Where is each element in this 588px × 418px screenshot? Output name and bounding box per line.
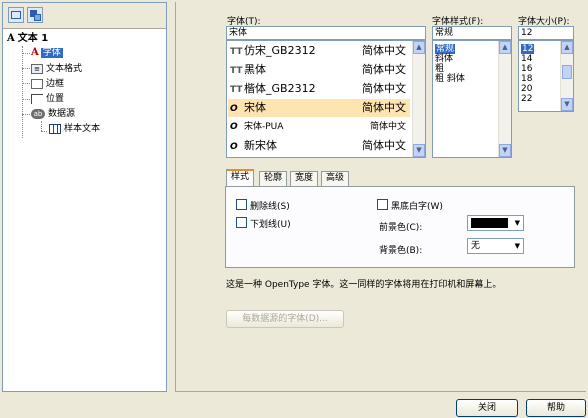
tree-item-font[interactable]: A 字体 bbox=[31, 47, 63, 59]
dropdown-arrow-icon: ▼ bbox=[514, 242, 520, 250]
tree-connector bbox=[22, 53, 30, 54]
tab-style[interactable]: 样式 bbox=[226, 169, 255, 187]
style-option[interactable]: 粗 bbox=[435, 64, 444, 74]
font-description: 这是一种 OpenType 字体。这一同样的字体将用在打印机和屏幕上。 bbox=[226, 280, 502, 290]
font-color-icon: A bbox=[31, 47, 39, 58]
tree-item-border[interactable]: 边框 bbox=[31, 78, 64, 90]
tree-connector bbox=[41, 121, 42, 131]
font-size-input[interactable]: 12 bbox=[518, 26, 574, 40]
tree-root-label: 文本 1 bbox=[17, 33, 49, 44]
strikethrough-label: 删除线(S) bbox=[250, 202, 290, 212]
tree-connector bbox=[41, 131, 47, 132]
truetype-icon: TT bbox=[230, 66, 243, 76]
size-option[interactable]: 18 bbox=[521, 74, 532, 84]
close-button[interactable]: 关闭 bbox=[456, 399, 518, 417]
opentype-icon: O bbox=[230, 142, 238, 152]
font-list-item[interactable]: O 新宋体 简体中文 bbox=[228, 137, 410, 155]
position-icon bbox=[31, 93, 43, 104]
per-datasource-font-button[interactable]: 每数据源的字体(D)... bbox=[226, 310, 344, 328]
underline-checkbox[interactable] bbox=[236, 217, 247, 228]
font-size-list[interactable]: 12 14 16 18 20 22 ▲ ▼ bbox=[518, 40, 574, 112]
tree-connector bbox=[22, 68, 30, 69]
scroll-down-icon[interactable]: ▼ bbox=[413, 144, 425, 157]
foreground-color-picker[interactable]: ▼ bbox=[467, 215, 524, 231]
size-option-selected[interactable]: 12 bbox=[521, 44, 535, 54]
truetype-icon: TT bbox=[230, 85, 243, 95]
grid-icon bbox=[49, 123, 61, 134]
scroll-down-icon[interactable]: ▼ bbox=[561, 98, 573, 111]
font-style-list[interactable]: 常规 斜体 粗 粗 斜体 ▲ ▼ bbox=[432, 40, 512, 158]
style-option[interactable]: 粗 斜体 bbox=[435, 74, 465, 84]
dropdown-arrow-icon: ▼ bbox=[514, 219, 520, 227]
font-list-item[interactable]: TT 黑体 简体中文 bbox=[228, 61, 410, 79]
help-button[interactable]: 帮助 bbox=[526, 399, 586, 417]
font-list-item-selected[interactable]: O 宋体 简体中文 bbox=[228, 99, 410, 117]
properties-tree-panel: A 文本 1 A 字体 ≡ 文本格式 边框 位置 ab 数据源 样本文本 bbox=[2, 2, 167, 392]
style-tab-page: 删除线(S) 下划线(U) 黑底白字(W) 前景色(C): ▼ 背景色(B): … bbox=[225, 186, 575, 268]
tree-item-label: 样本文本 bbox=[64, 124, 101, 134]
tree-connector bbox=[22, 46, 23, 138]
strikethrough-checkbox[interactable] bbox=[236, 199, 247, 210]
scroll-up-icon[interactable]: ▲ bbox=[499, 41, 511, 54]
opentype-icon: O bbox=[230, 122, 238, 132]
scroll-up-icon[interactable]: ▲ bbox=[413, 41, 425, 54]
tree-toolbar bbox=[3, 3, 166, 29]
tab-width[interactable]: 宽度 bbox=[290, 171, 319, 186]
background-color-picker[interactable]: 无 ▼ bbox=[467, 238, 524, 254]
underline-label: 下划线(U) bbox=[250, 220, 291, 230]
size-option[interactable]: 20 bbox=[521, 84, 532, 94]
datasource-icon: ab bbox=[31, 108, 45, 119]
font-list[interactable]: TT 仿宋_GB2312 简体中文 TT 黑体 简体中文 TT 楷体_GB2312 简体中文… bbox=[226, 40, 426, 158]
tree-item-datasource[interactable]: ab 数据源 bbox=[31, 108, 75, 120]
size-option[interactable]: 14 bbox=[521, 54, 532, 64]
font-style-input[interactable]: 常规 bbox=[432, 26, 512, 40]
size-option[interactable]: 16 bbox=[521, 64, 532, 74]
size-option[interactable]: 22 bbox=[521, 94, 532, 104]
expand-icon[interactable] bbox=[8, 7, 24, 23]
tab-outline[interactable]: 轮廓 bbox=[259, 171, 288, 186]
scroll-down-icon[interactable]: ▼ bbox=[499, 144, 511, 157]
font-list-item[interactable]: O 宋体-PUA 简体中文 bbox=[228, 118, 410, 136]
tree-connector bbox=[22, 114, 30, 115]
tree-connector bbox=[22, 83, 30, 84]
background-color-value: 无 bbox=[471, 241, 481, 251]
text-format-icon: ≡ bbox=[31, 63, 43, 74]
background-color-label: 背景色(B): bbox=[379, 246, 423, 256]
style-list-scrollbar[interactable]: ▲ ▼ bbox=[498, 41, 511, 157]
font-list-item[interactable]: TT 仿宋_GB2312 简体中文 bbox=[228, 42, 410, 60]
style-option-selected[interactable]: 常规 bbox=[435, 44, 456, 54]
font-name-input[interactable]: 宋体 bbox=[226, 26, 426, 40]
tree-item-sample-text[interactable]: 样本文本 bbox=[49, 123, 100, 135]
truetype-icon: TT bbox=[230, 47, 243, 57]
tree-item-label: 字体 bbox=[40, 48, 63, 58]
size-list-scrollbar[interactable]: ▲ ▼ bbox=[560, 41, 573, 111]
white-on-black-label: 黑底白字(W) bbox=[391, 202, 443, 212]
color-swatch bbox=[471, 218, 508, 228]
foreground-color-label: 前景色(C): bbox=[379, 223, 423, 233]
white-on-black-checkbox[interactable] bbox=[377, 199, 388, 210]
border-icon bbox=[31, 78, 43, 89]
tree-item-label: 数据源 bbox=[48, 109, 76, 119]
collapse-icon[interactable] bbox=[27, 7, 43, 23]
tree-item-text-format[interactable]: ≡ 文本格式 bbox=[31, 63, 82, 75]
tree-connector bbox=[22, 99, 30, 100]
opentype-icon: O bbox=[230, 104, 238, 114]
scroll-thumb[interactable] bbox=[562, 65, 572, 79]
scroll-up-icon[interactable]: ▲ bbox=[561, 41, 573, 54]
font-list-item[interactable]: TT 楷体_GB2312 简体中文 bbox=[228, 80, 410, 98]
style-option[interactable]: 斜体 bbox=[435, 54, 453, 64]
font-list-scrollbar[interactable]: ▲ ▼ bbox=[412, 41, 425, 157]
text-object-icon: A bbox=[7, 33, 15, 44]
tree-item-label: 位置 bbox=[46, 94, 65, 104]
tree-item-label: 边框 bbox=[46, 79, 65, 89]
tab-advanced[interactable]: 高级 bbox=[321, 171, 350, 186]
tree-root[interactable]: A 文本 1 bbox=[7, 33, 48, 45]
tree-item-label: 文本格式 bbox=[46, 64, 83, 74]
tree-item-position[interactable]: 位置 bbox=[31, 93, 64, 105]
